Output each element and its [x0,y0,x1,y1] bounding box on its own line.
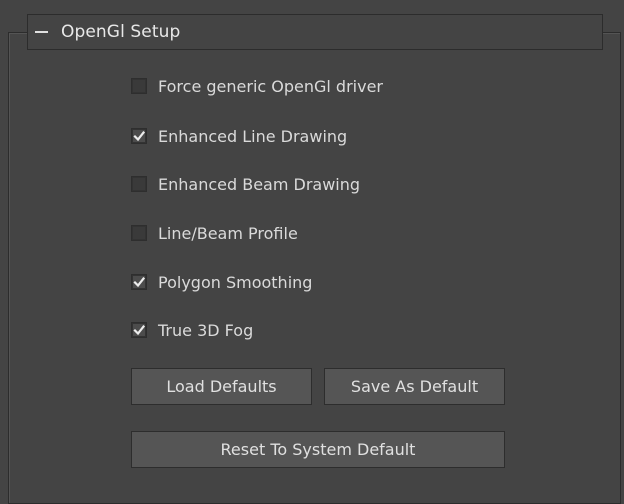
checkbox[interactable] [131,128,147,144]
option-enhanced-line-drawing[interactable]: Enhanced Line Drawing [131,124,347,148]
option-polygon-smoothing[interactable]: Polygon Smoothing [131,270,312,294]
checkmark-icon [133,324,146,336]
option-label: Line/Beam Profile [158,223,298,243]
checkbox[interactable] [131,274,147,290]
option-label: Enhanced Beam Drawing [158,174,361,194]
save-as-default-button[interactable]: Save As Default [324,368,505,405]
checkbox[interactable] [131,176,147,192]
option-true-3d-fog[interactable]: True 3D Fog [131,318,253,342]
rollout-header[interactable]: OpenGl Setup [27,14,603,50]
option-force-generic-opengl-driver[interactable]: Force generic OpenGl driver [131,74,383,98]
option-enhanced-beam-drawing[interactable]: Enhanced Beam Drawing [131,172,360,196]
checkbox[interactable] [131,322,147,338]
option-label: True 3D Fog [158,320,254,340]
option-line-beam-profile[interactable]: Line/Beam Profile [131,221,298,245]
rollout-title: OpenGl Setup [61,22,181,42]
checkmark-icon [133,276,146,288]
checkbox[interactable] [131,225,147,241]
option-label: Force generic OpenGl driver [158,76,383,96]
option-label: Polygon Smoothing [158,272,313,292]
reset-to-system-default-button[interactable]: Reset To System Default [131,431,505,468]
checkbox[interactable] [131,78,147,94]
minus-icon[interactable] [35,31,48,33]
checkmark-icon [133,130,146,142]
option-label: Enhanced Line Drawing [158,126,348,146]
load-defaults-button[interactable]: Load Defaults [131,368,312,405]
